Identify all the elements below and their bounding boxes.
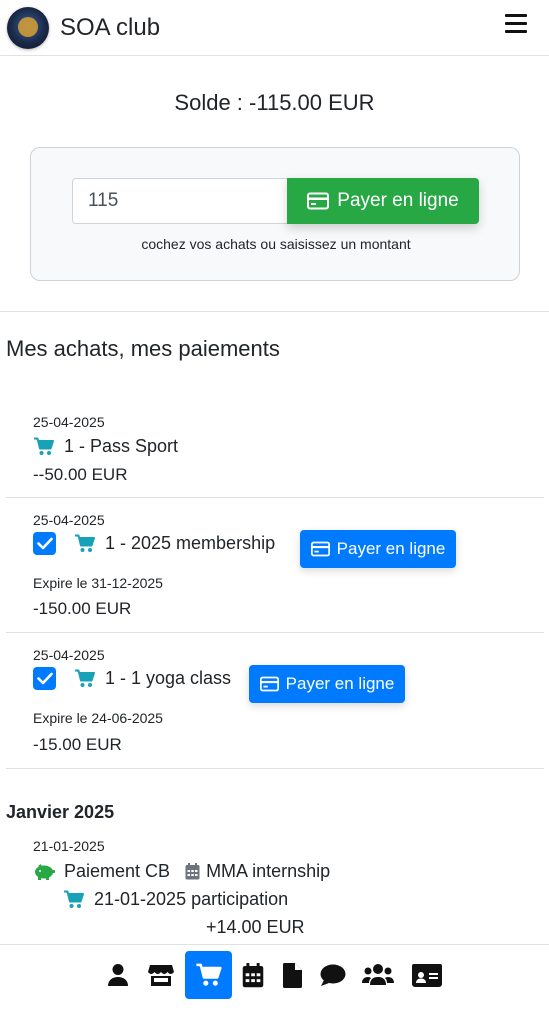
nav-cart[interactable] [185, 951, 232, 999]
footer-partial-text [0, 1015, 549, 1024]
credit-card-icon [310, 541, 330, 557]
balance-heading: Solde : -115.00 EUR [174, 90, 375, 115]
chat-icon [320, 964, 346, 986]
nav-shop[interactable] [144, 955, 178, 995]
check-icon [36, 537, 53, 550]
purchase-line: 1 - Pass Sport [33, 436, 178, 457]
pay-online-button[interactable]: Payer en ligne [300, 530, 456, 568]
cart-icon [75, 669, 95, 687]
calendar-icon [185, 863, 200, 880]
credit-card-icon [307, 192, 330, 210]
hamburger-menu-icon[interactable] [505, 14, 529, 34]
payment-method: Paiement CB [64, 861, 171, 881]
calendar-icon [242, 962, 264, 987]
purchase-date: 25-04-2025 [33, 414, 105, 430]
expiry-date: Expire le 31-12-2025 [33, 575, 163, 591]
user-icon [108, 964, 128, 986]
top-navbar: SOA club [0, 0, 549, 56]
store-icon [148, 965, 174, 986]
expiry-date: Expire le 24-06-2025 [33, 710, 163, 726]
pay-online-label: Payer en ligne [285, 674, 395, 693]
transaction-detail: 21-01-2025 participation [63, 889, 288, 910]
event-name: MMA internship [206, 861, 331, 881]
nav-profile[interactable] [101, 955, 135, 995]
purchase-line: 1 - 1 yoga class [33, 667, 231, 690]
nav-members[interactable] [361, 955, 395, 995]
purchase-line: 1 - 2025 membership [33, 532, 275, 555]
users-icon [362, 964, 394, 985]
purchase-item: 25-04-2025 1 - 2025 membership Payer en … [6, 498, 544, 633]
app-title[interactable]: SOA club [60, 14, 160, 42]
piggy-bank-icon [35, 864, 55, 880]
purchase-label: 1 - 2025 membership [105, 533, 276, 553]
purchases-heading: Mes achats, mes paiements [6, 336, 280, 361]
purchase-date: 25-04-2025 [33, 512, 105, 528]
transaction-date: 21-01-2025 [33, 838, 105, 854]
bottom-navigation [0, 944, 549, 1024]
purchase-item: 25-04-2025 1 - 1 yoga class Payer en lig… [6, 633, 544, 769]
nav-membership-card[interactable] [410, 955, 444, 995]
purchase-checkbox[interactable] [33, 667, 56, 690]
payment-card: Payer en ligne cochez vos achats ou sais… [30, 147, 520, 281]
purchase-item: 25-04-2025 1 - Pass Sport --50.00 EUR [6, 400, 544, 498]
nav-messages[interactable] [316, 955, 350, 995]
participation-label: 21-01-2025 participation [94, 889, 289, 909]
nav-calendar[interactable] [236, 955, 270, 995]
pay-online-button[interactable]: Payer en ligne [287, 178, 479, 224]
purchase-date: 25-04-2025 [33, 647, 105, 663]
transaction-line: Paiement CB MMA internship [33, 861, 330, 882]
amount-input[interactable] [72, 178, 287, 224]
purchase-amount: -150.00 EUR [33, 599, 132, 618]
cart-icon [195, 963, 222, 986]
payment-hint: cochez vos achats ou saisissez un montan… [141, 236, 411, 252]
cart-icon [75, 534, 95, 552]
purchase-label: 1 - 1 yoga class [105, 668, 232, 688]
document-icon [282, 962, 302, 988]
check-icon [36, 672, 53, 685]
purchase-checkbox[interactable] [33, 532, 56, 555]
cart-icon [34, 437, 54, 455]
purchase-amount: -15.00 EUR [33, 735, 122, 754]
pay-online-label: Payer en ligne [336, 539, 446, 558]
credit-card-icon [259, 676, 279, 692]
pay-online-label: Payer en ligne [337, 190, 459, 211]
nav-documents[interactable] [275, 955, 309, 995]
transaction-amount: +14.00 EUR [206, 917, 305, 937]
pay-online-button[interactable]: Payer en ligne [249, 665, 405, 703]
club-logo[interactable] [7, 7, 49, 49]
purchase-label: 1 - Pass Sport [64, 436, 179, 456]
section-divider [0, 311, 549, 312]
cart-icon [64, 890, 84, 908]
month-heading: Janvier 2025 [6, 802, 115, 822]
purchase-amount: --50.00 EUR [33, 465, 128, 484]
id-card-icon [412, 963, 442, 987]
